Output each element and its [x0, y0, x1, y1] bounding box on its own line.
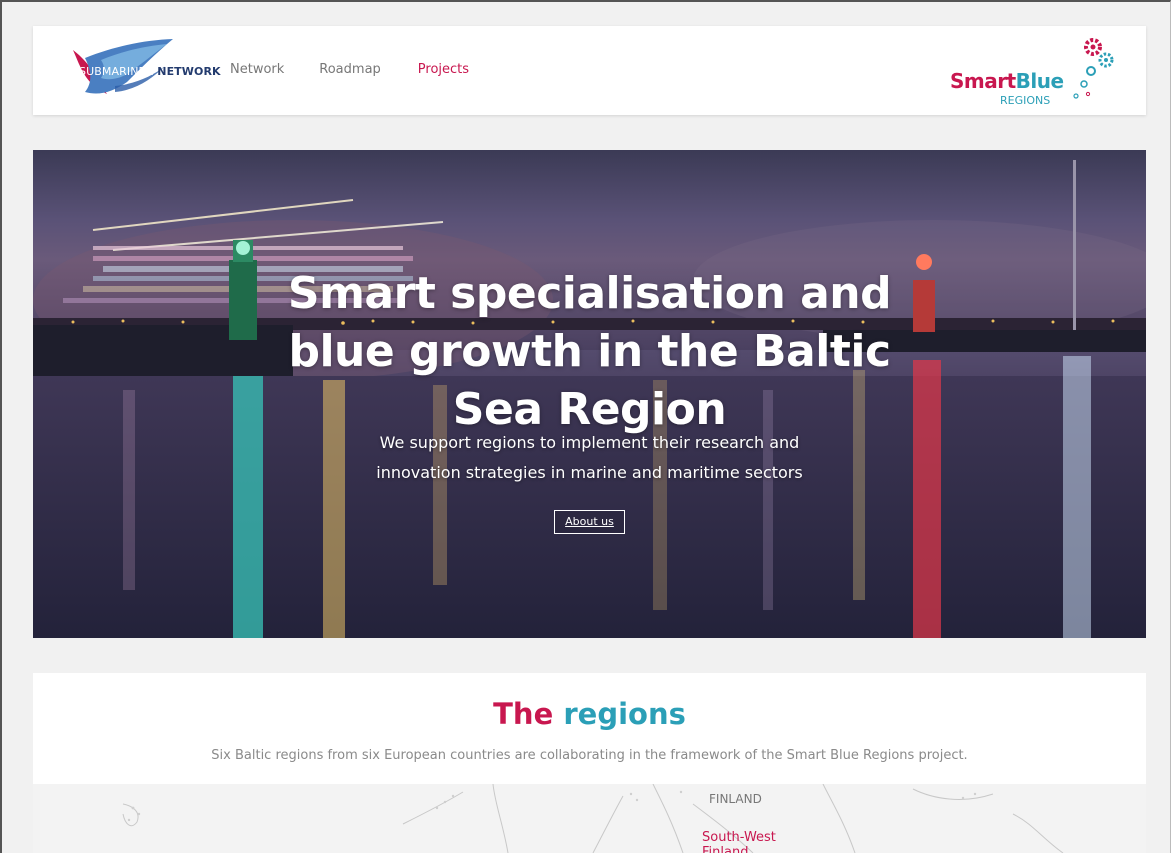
- hero-subtitle-line1: We support regions to implement their re…: [379, 433, 800, 452]
- hero-subtitle: We support regions to implement their re…: [33, 428, 1146, 488]
- regions-heading-part1: The: [493, 697, 554, 731]
- regions-section: The regions Six Baltic regions from six …: [33, 673, 1146, 853]
- regions-heading-part2: regions: [563, 697, 686, 731]
- hero-subtitle-line2: innovation strategies in marine and mari…: [376, 463, 803, 482]
- about-us-button[interactable]: About us: [554, 510, 625, 534]
- regions-heading: The regions: [33, 697, 1146, 731]
- nav-roadmap[interactable]: Roadmap: [319, 62, 381, 77]
- hero-title: Smart specialisation and blue growth in …: [287, 268, 892, 435]
- logo-wordmark: SmartBlue: [950, 69, 1064, 93]
- submariner-logo[interactable]: SUBMARINER NETWORK: [55, 36, 221, 98]
- regions-description: Six Baltic regions from six European cou…: [211, 748, 968, 763]
- main-nav: Network Roadmap Projects: [230, 62, 469, 77]
- map-label-finland: FINLAND: [709, 792, 762, 806]
- nav-network[interactable]: Network: [230, 62, 284, 77]
- nav-projects[interactable]: Projects: [418, 62, 469, 77]
- regions-map[interactable]: FINLAND South-West Finland: [33, 784, 1146, 853]
- baltic-map-outline: [122, 784, 1064, 853]
- smart-blue-regions-logo[interactable]: SmartBlue REGIONS: [948, 38, 1128, 112]
- submariner-logo-text: SUBMARINER NETWORK: [79, 65, 221, 78]
- site-header: SUBMARINER NETWORK Network Roadmap Proje…: [33, 26, 1146, 115]
- logo-regions-label: REGIONS: [1000, 94, 1051, 107]
- hero-banner: Smart specialisation and blue growth in …: [33, 150, 1146, 638]
- map-label-south-west-finland[interactable]: South-West Finland: [702, 830, 792, 853]
